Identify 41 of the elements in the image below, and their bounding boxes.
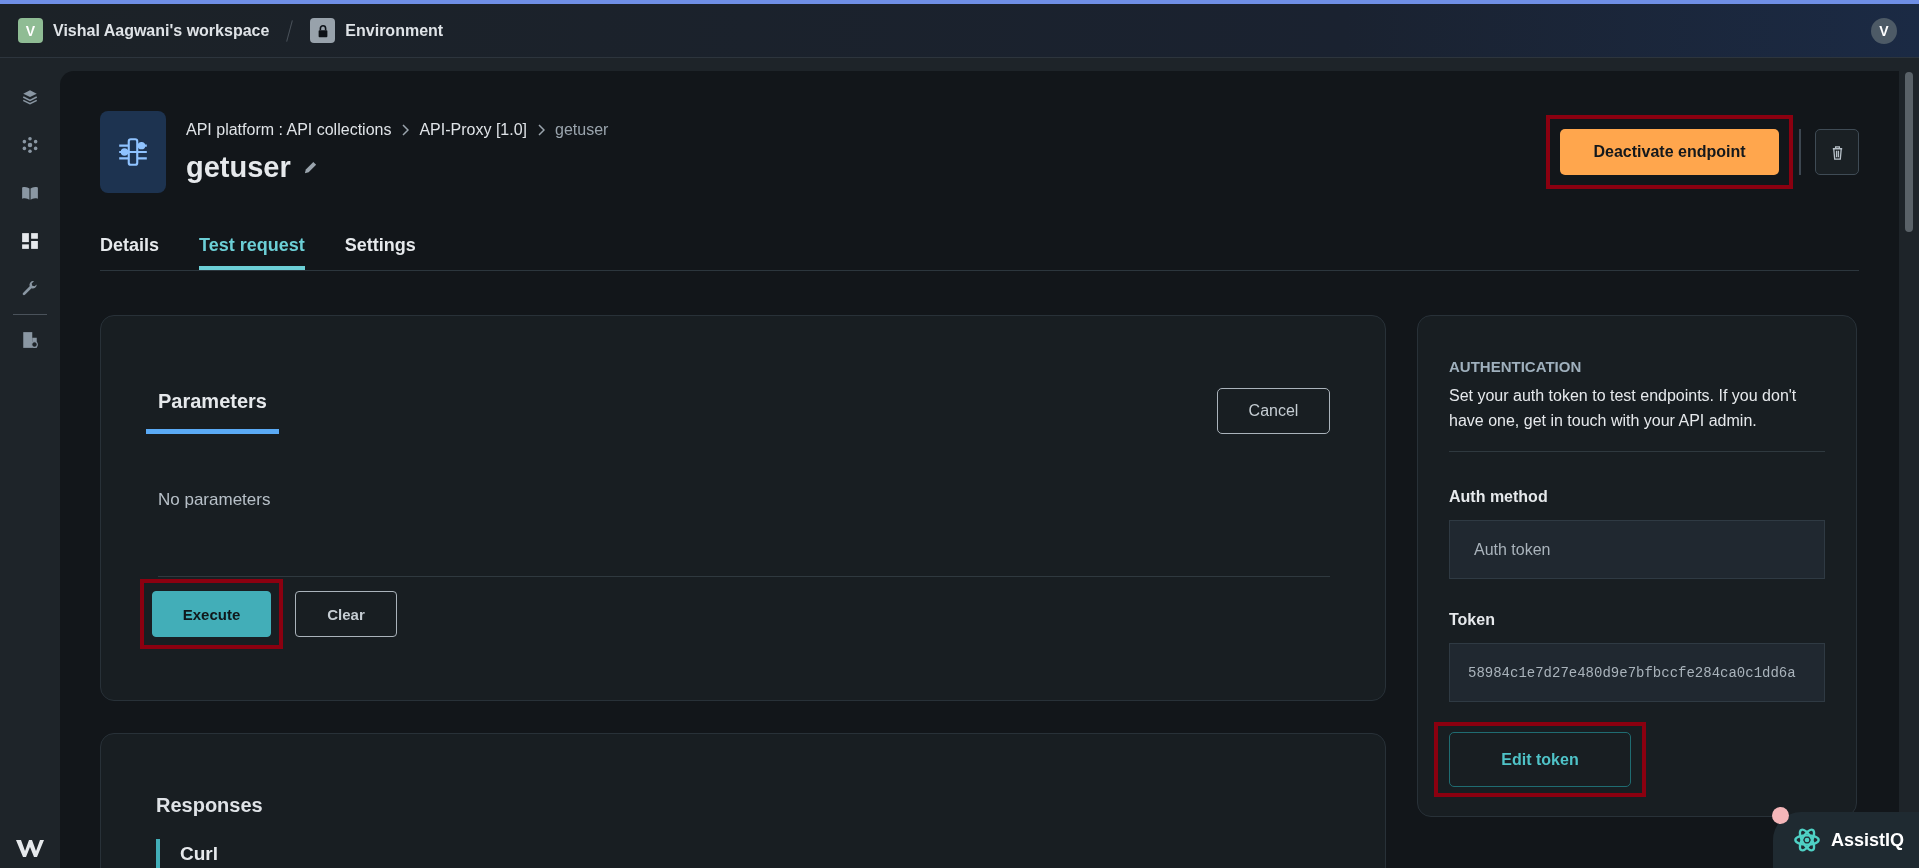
clear-button[interactable]: Clear	[295, 591, 397, 637]
lock-icon	[310, 18, 336, 43]
scrollbar[interactable]	[1905, 72, 1913, 232]
execute-button[interactable]: Execute	[152, 591, 271, 637]
chevron-icon	[401, 123, 410, 136]
empty-message: No parameters	[157, 490, 272, 510]
field-label: Token	[1449, 611, 1496, 629]
book-icon[interactable]	[21, 184, 39, 202]
breadcrumb-link[interactable]: getuser	[555, 120, 609, 139]
field-label: Auth method	[1449, 488, 1549, 506]
description-text: Set your auth token to test endpoints. If you don't have one, get in touch with your API admin.	[1449, 386, 1798, 431]
user-avatar[interactable]: V	[1871, 17, 1897, 44]
edit-token-button[interactable]: Edit token	[1449, 732, 1631, 787]
logo-icon[interactable]	[15, 837, 45, 859]
building-icon[interactable]	[21, 331, 39, 349]
section-heading: AUTHENTICATION	[1449, 358, 1583, 375]
pencil-icon[interactable]	[302, 159, 318, 175]
grid-icon[interactable]	[21, 232, 39, 250]
deactivate-button[interactable]: Deactivate endpoint	[1560, 129, 1779, 175]
assistant-button[interactable]: AssistIQ	[1773, 812, 1919, 868]
wrench-icon[interactable]	[21, 280, 39, 298]
cancel-button[interactable]: Cancel	[1217, 388, 1330, 434]
response-tab[interactable]: Curl	[156, 839, 238, 868]
tab[interactable]: Test request	[199, 229, 305, 270]
endpoint-icon	[100, 111, 166, 193]
tab[interactable]: Settings	[344, 229, 416, 270]
chevron-icon	[537, 123, 545, 136]
auth-method-field[interactable]: Auth token	[1449, 520, 1825, 579]
parameters-tab[interactable]: Parameters	[146, 380, 279, 434]
breadcrumb-link[interactable]: API-Proxy [1.0]	[419, 120, 527, 139]
delete-button[interactable]	[1815, 129, 1859, 175]
atom-icon	[1793, 826, 1821, 854]
environment-label[interactable]: Environment	[345, 21, 444, 40]
endpoint-title: getuser	[186, 150, 291, 184]
cluster-icon[interactable]	[21, 136, 39, 154]
workspace-name[interactable]: Vishal Aagwani's workspace	[53, 21, 270, 40]
breadcrumb-link[interactable]: API platform : API collections	[186, 120, 392, 139]
responses-heading: Responses	[156, 794, 264, 817]
token-field[interactable]: 58984c1e7d27e480d9e7bfbccfe284ca0c1dd6a	[1449, 643, 1825, 702]
layers-icon[interactable]	[21, 88, 39, 106]
tab[interactable]: Details	[100, 229, 160, 270]
